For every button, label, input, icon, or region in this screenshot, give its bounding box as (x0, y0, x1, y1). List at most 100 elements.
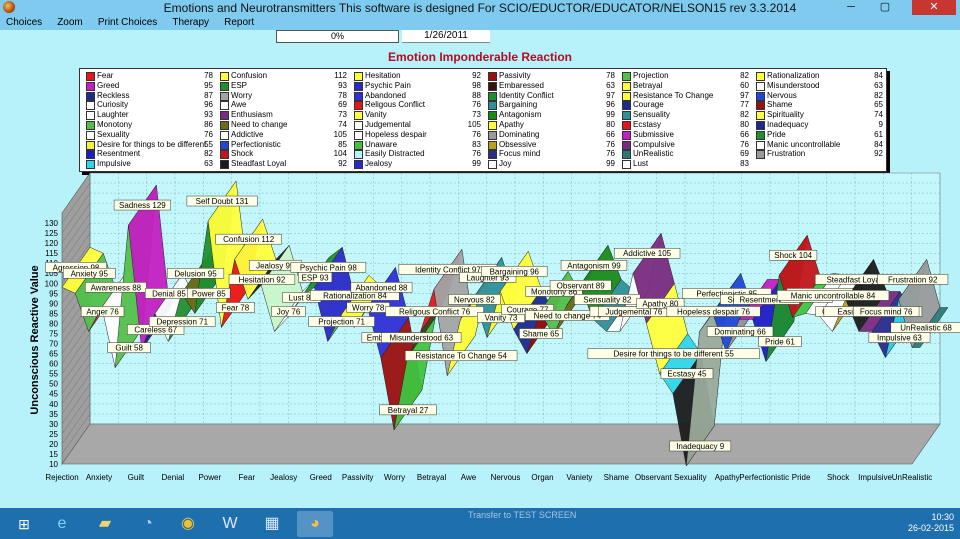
data-label-text: Inadequacy 9 (676, 442, 725, 451)
data-label: Antagonism 99 (560, 260, 628, 271)
data-label: Manic uncontrollable 84 (776, 290, 890, 301)
data-label: Misunderstood 63 (381, 332, 462, 343)
y-tick-label: 100 (45, 279, 59, 288)
data-label: Desire for things to be different 55 (587, 348, 760, 359)
x-tick-label: Greed (310, 473, 332, 482)
y-tick-label: 25 (49, 430, 58, 439)
data-label-text: Sadness 129 (119, 201, 166, 210)
data-label: Shock 104 (769, 249, 818, 261)
data-label: ESP 93 (298, 272, 333, 283)
data-label: Denial 85 (145, 288, 193, 299)
data-label-text: Dominating 66 (714, 328, 766, 337)
y-tick-label: 85 (49, 309, 58, 318)
data-label-text: Projection 71 (318, 318, 365, 327)
chrome-icon[interactable]: ◉ (170, 511, 206, 537)
system-tray: 10:30 26-02-2015 (908, 512, 954, 534)
data-label-text: Jealosy 99 (256, 261, 295, 270)
data-label: Anger 76 (80, 306, 125, 317)
y-tick-label: 45 (49, 390, 58, 399)
data-label: Inadequacy 9 (669, 440, 732, 452)
file-explorer-icon[interactable]: ▰ (87, 511, 123, 537)
y-tick-label: 15 (49, 450, 58, 459)
data-label-text: Rationalization 84 (323, 291, 387, 300)
x-tick-label: Organ (531, 473, 553, 482)
data-label: Delusion 95 (166, 268, 225, 279)
data-label-text: Desire for things to be different 55 (613, 350, 734, 359)
calculator-icon[interactable]: ▦ (254, 511, 290, 537)
emotions-app-icon[interactable]: ◕ (297, 511, 333, 537)
data-label-text: Addictive 105 (623, 249, 672, 258)
x-tick-label: Betrayal (417, 473, 447, 482)
chart-plot: 10152025303540455055606570 7580859095100 1… (29, 172, 960, 482)
data-label-text: Confusion 112 (223, 235, 275, 244)
data-label-text: Psychic Pain 98 (300, 263, 357, 272)
data-label: Sensuality 82 (574, 294, 641, 305)
y-tick-label: 60 (49, 360, 58, 369)
data-label-text: Worry 78 (352, 303, 385, 312)
clock-time: 10:30 (931, 512, 954, 522)
data-label: Pride 61 (758, 336, 802, 347)
x-tick-label: Sexuality (674, 473, 706, 482)
y-tick-label: 50 (49, 380, 58, 389)
data-label: Projection 71 (308, 316, 375, 327)
data-label-text: Abandoned 88 (355, 283, 408, 292)
data-label-text: Betrayal 27 (388, 406, 429, 415)
data-label-text: UnRealistic 68 (900, 324, 952, 333)
data-label-text: Manic uncontrollable 84 (791, 291, 876, 300)
data-label: Power 85 (187, 288, 231, 299)
data-label: Awareness 88 (84, 282, 147, 293)
data-label-text: Religous Conflict 76 (399, 307, 471, 316)
x-tick-label: Apathy (715, 473, 740, 482)
y-tick-label: 35 (49, 410, 58, 419)
x-tick-label: Passivity (342, 473, 374, 482)
data-label-text: Depression 71 (156, 318, 208, 327)
data-label-text: Pride 61 (765, 338, 795, 347)
x-tick-label: UnRealistic (892, 473, 932, 482)
data-label: Self Doubt 131 (186, 195, 258, 207)
data-label: Abandoned 88 (350, 282, 413, 293)
data-label: Focus mind 76 (853, 306, 920, 317)
y-tick-label: 10 (49, 460, 58, 469)
y-tick-label: 95 (49, 289, 58, 298)
start-icon[interactable]: ⊞ (6, 511, 42, 537)
data-label-text: ESP 93 (302, 273, 330, 282)
y-tick-label: 75 (49, 329, 58, 338)
x-tick-label: Pride (792, 473, 811, 482)
data-label-text: Guilt 58 (115, 344, 143, 353)
x-tick-label: Shock (827, 473, 850, 482)
data-label-text: Vanity 73 (485, 313, 518, 322)
data-label-text: Observant 89 (557, 281, 606, 290)
x-tick-label: Worry (384, 473, 405, 482)
data-label: Fear 78 (216, 302, 255, 313)
data-label: Observant 89 (549, 280, 612, 291)
media-icon[interactable]: ◔ (130, 511, 166, 537)
word-icon[interactable]: W (212, 511, 248, 537)
y-axis-label: Unconscious Reactive Value (29, 265, 41, 414)
data-label-text: Ecstasy 45 (667, 370, 707, 379)
data-label-text: Shame 65 (523, 330, 560, 339)
y-tick-label: 65 (49, 350, 58, 359)
data-label-text: Judgemental 76 (605, 307, 662, 316)
data-label-text: Focus mind 76 (860, 307, 913, 316)
data-label: Bargaining 96 (481, 266, 548, 277)
data-label: Dominating 66 (706, 326, 774, 337)
data-label-text: Joy 76 (277, 307, 301, 316)
data-label-text: Careless 67 (134, 326, 177, 335)
data-label-text: Misunderstood 63 (390, 334, 454, 343)
x-tick-label: Awe (461, 473, 477, 482)
y-tick-label: 125 (45, 229, 59, 238)
x-tick-label: Power (198, 473, 221, 482)
data-label: Impulsive 63 (868, 332, 931, 343)
internet-explorer-icon[interactable]: e (44, 511, 80, 537)
data-label-text: Awareness 88 (91, 283, 142, 292)
y-tick-label: 70 (49, 340, 58, 349)
data-label: Ecstasy 45 (660, 368, 714, 379)
data-label: Addictive 105 (613, 247, 681, 259)
y-tick-label: 55 (49, 370, 58, 379)
data-label: Depression 71 (149, 316, 216, 327)
data-label-text: Delusion 95 (174, 269, 217, 278)
data-label-text: Anger 76 (86, 307, 119, 316)
y-tick-label: 80 (49, 319, 58, 328)
data-label-text: Power 85 (192, 289, 226, 298)
y-tick-label: 90 (49, 299, 58, 308)
